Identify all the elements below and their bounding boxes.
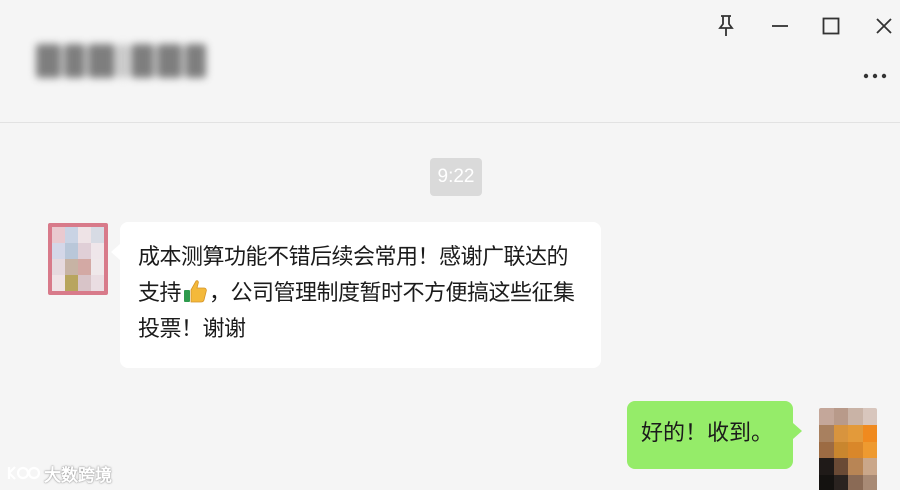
message-area[interactable]: 9:22 成本测算功能不错后续会常用！感谢广联达的支持 ，公司管理制度暂时不方便… xyxy=(0,123,900,490)
incoming-message[interactable]: 成本测算功能不错后续会常用！感谢广联达的支持 ，公司管理制度暂时不方便搞这些征集… xyxy=(111,222,601,368)
contact-avatar[interactable] xyxy=(48,223,108,295)
outgoing-message[interactable]: 好的！收到。 xyxy=(627,401,802,469)
user-avatar[interactable] xyxy=(819,408,877,490)
message-timestamp: 9:22 xyxy=(430,158,482,196)
message-text: 好的！收到。 xyxy=(641,421,774,446)
minimize-icon[interactable] xyxy=(762,8,798,44)
pin-icon[interactable] xyxy=(708,8,744,44)
contact-name[interactable]: ██·██ xyxy=(36,44,206,78)
chat-window: ██·██ 9:22 xyxy=(0,0,900,490)
watermark: 大数跨境 xyxy=(6,460,112,486)
thumbs-up-icon xyxy=(182,278,208,304)
close-icon[interactable] xyxy=(866,8,900,44)
title-bar: ██·██ xyxy=(0,0,900,123)
more-icon[interactable] xyxy=(860,64,890,88)
maximize-icon[interactable] xyxy=(813,8,849,44)
watermark-text: 大数跨境 xyxy=(44,465,112,486)
watermark-logo-icon xyxy=(7,466,40,480)
